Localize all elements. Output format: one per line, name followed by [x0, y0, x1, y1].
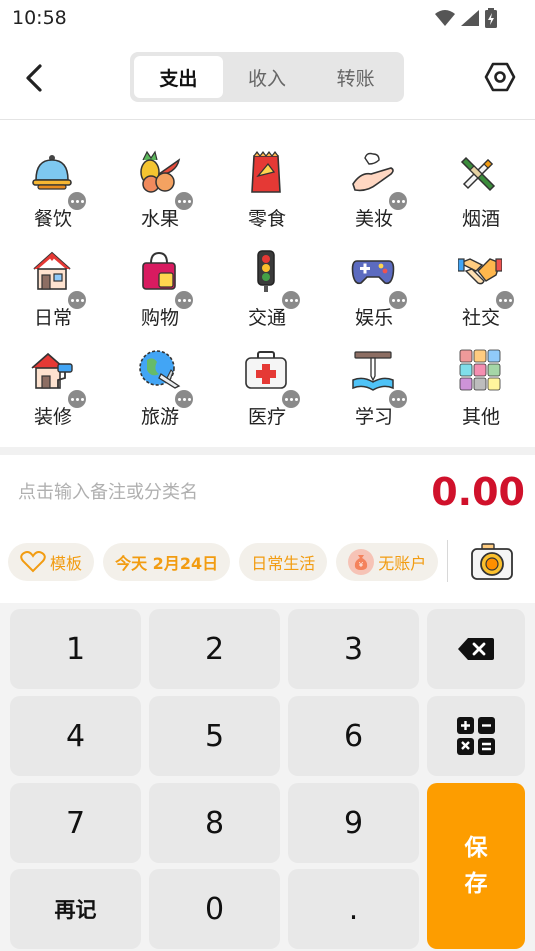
color-grid-icon: [459, 349, 501, 391]
account-chip[interactable]: ¥ 无账户: [336, 543, 438, 581]
back-button[interactable]: [18, 58, 50, 98]
account-label: 无账户: [378, 554, 427, 573]
money-bag-icon: ¥: [348, 549, 375, 575]
save-label-bottom: 存: [464, 871, 488, 897]
chip-bar: 模板 今天 2月24日 日常生活 ¥ 无账户: [8, 543, 438, 581]
battery-icon: [485, 8, 497, 32]
category-label: 医疗: [247, 406, 286, 428]
dining-cloche-icon: [32, 155, 72, 190]
book-label: 日常生活: [251, 554, 316, 573]
date-label: 今天 2月24日: [115, 554, 219, 573]
category-decoration[interactable]: 装修: [0, 348, 100, 438]
header-divider: [0, 119, 535, 120]
house-icon: [33, 251, 71, 290]
tab-income[interactable]: 收入: [223, 56, 312, 98]
calculator-button[interactable]: [427, 696, 525, 776]
keypad: 1 2 3 4 5 6 7 8 9 再记 0 . 保 存: [0, 603, 535, 951]
shopping-bag-icon: [142, 251, 176, 290]
status-time: 10:58: [12, 7, 67, 29]
key-1[interactable]: 1: [10, 609, 141, 689]
category-dining[interactable]: 餐饮: [0, 150, 100, 240]
calculator-icon: [457, 717, 495, 755]
category-entertainment[interactable]: 娱乐: [321, 249, 421, 339]
record-again-button[interactable]: 再记: [10, 869, 141, 949]
settings-button[interactable]: [483, 60, 517, 94]
svg-text:¥: ¥: [359, 561, 364, 569]
category-shopping[interactable]: 购物: [107, 249, 207, 339]
key-9[interactable]: 9: [288, 783, 419, 863]
category-snack[interactable]: 零食: [214, 150, 314, 240]
category-medical[interactable]: 医疗: [214, 348, 314, 438]
category-label: 零食: [247, 208, 286, 230]
template-label: 模板: [50, 554, 83, 573]
signal-icon: [461, 10, 479, 30]
book-chip[interactable]: 日常生活: [239, 543, 328, 581]
traffic-light-icon: [257, 250, 275, 292]
first-aid-kit-icon: [245, 351, 287, 389]
date-chip[interactable]: 今天 2月24日: [103, 543, 231, 581]
key-2[interactable]: 2: [149, 609, 280, 689]
category-transport[interactable]: 交通: [214, 249, 314, 339]
category-tobacco-alcohol[interactable]: 烟酒: [428, 150, 528, 240]
category-label: 餐饮: [33, 208, 72, 230]
save-label-top: 保: [464, 835, 488, 861]
category-fruit[interactable]: 水果: [107, 150, 207, 240]
globe-plane-icon: [139, 350, 181, 389]
camera-button[interactable]: [470, 542, 514, 582]
book-pen-icon: [352, 351, 394, 391]
key-decimal[interactable]: .: [288, 869, 419, 949]
category-label: 娱乐: [354, 307, 393, 329]
category-daily[interactable]: 日常: [0, 249, 100, 339]
amount-display: 0.00: [431, 470, 525, 514]
key-5[interactable]: 5: [149, 696, 280, 776]
key-8[interactable]: 8: [149, 783, 280, 863]
camera-icon: [471, 543, 513, 580]
status-bar: 10:58: [0, 0, 535, 36]
note-input[interactable]: 点击输入备注或分类名: [18, 478, 198, 504]
category-label: 其他: [461, 406, 500, 428]
category-other[interactable]: 其他: [428, 348, 528, 438]
hexagon-settings-icon: [484, 62, 516, 92]
tab-transfer[interactable]: 转账: [311, 56, 400, 98]
type-segmented-control: 支出 收入 转账: [130, 52, 404, 102]
cigarette-wine-icon: [460, 156, 496, 192]
category-label: 购物: [140, 307, 179, 329]
wifi-icon: [435, 10, 455, 30]
category-social[interactable]: 社交: [428, 249, 528, 339]
key-4[interactable]: 4: [10, 696, 141, 776]
snack-bag-icon: [251, 151, 281, 193]
heart-icon: [20, 551, 46, 573]
category-label: 交通: [247, 307, 286, 329]
key-7[interactable]: 7: [10, 783, 141, 863]
key-0[interactable]: 0: [149, 869, 280, 949]
category-label: 旅游: [140, 406, 179, 428]
paint-roller-house-icon: [31, 352, 73, 389]
tab-expense[interactable]: 支出: [134, 56, 223, 98]
handshake-icon: [458, 258, 502, 285]
chip-divider: [447, 540, 448, 582]
section-divider: [0, 447, 535, 455]
key-3[interactable]: 3: [288, 609, 419, 689]
save-button[interactable]: 保 存: [427, 783, 525, 949]
gamepad-icon: [351, 260, 395, 285]
template-chip[interactable]: 模板: [8, 543, 95, 581]
category-label: 水果: [140, 208, 179, 230]
category-label: 社交: [461, 307, 500, 329]
category-study[interactable]: 学习: [321, 348, 421, 438]
category-travel[interactable]: 旅游: [107, 348, 207, 438]
backspace-button[interactable]: [427, 609, 525, 689]
backspace-icon: [458, 638, 494, 660]
cosmetics-hand-icon: [352, 152, 394, 192]
header: 支出 收入 转账: [0, 40, 535, 116]
category-label: 美妆: [354, 208, 393, 230]
category-label: 烟酒: [461, 208, 500, 230]
category-label: 学习: [354, 406, 393, 428]
category-label: 日常: [33, 307, 72, 329]
category-label: 装修: [33, 406, 72, 428]
category-cosmetics[interactable]: 美妆: [321, 150, 421, 240]
key-6[interactable]: 6: [288, 696, 419, 776]
back-arrow-icon: [26, 64, 42, 92]
fruit-icon: [140, 150, 181, 193]
